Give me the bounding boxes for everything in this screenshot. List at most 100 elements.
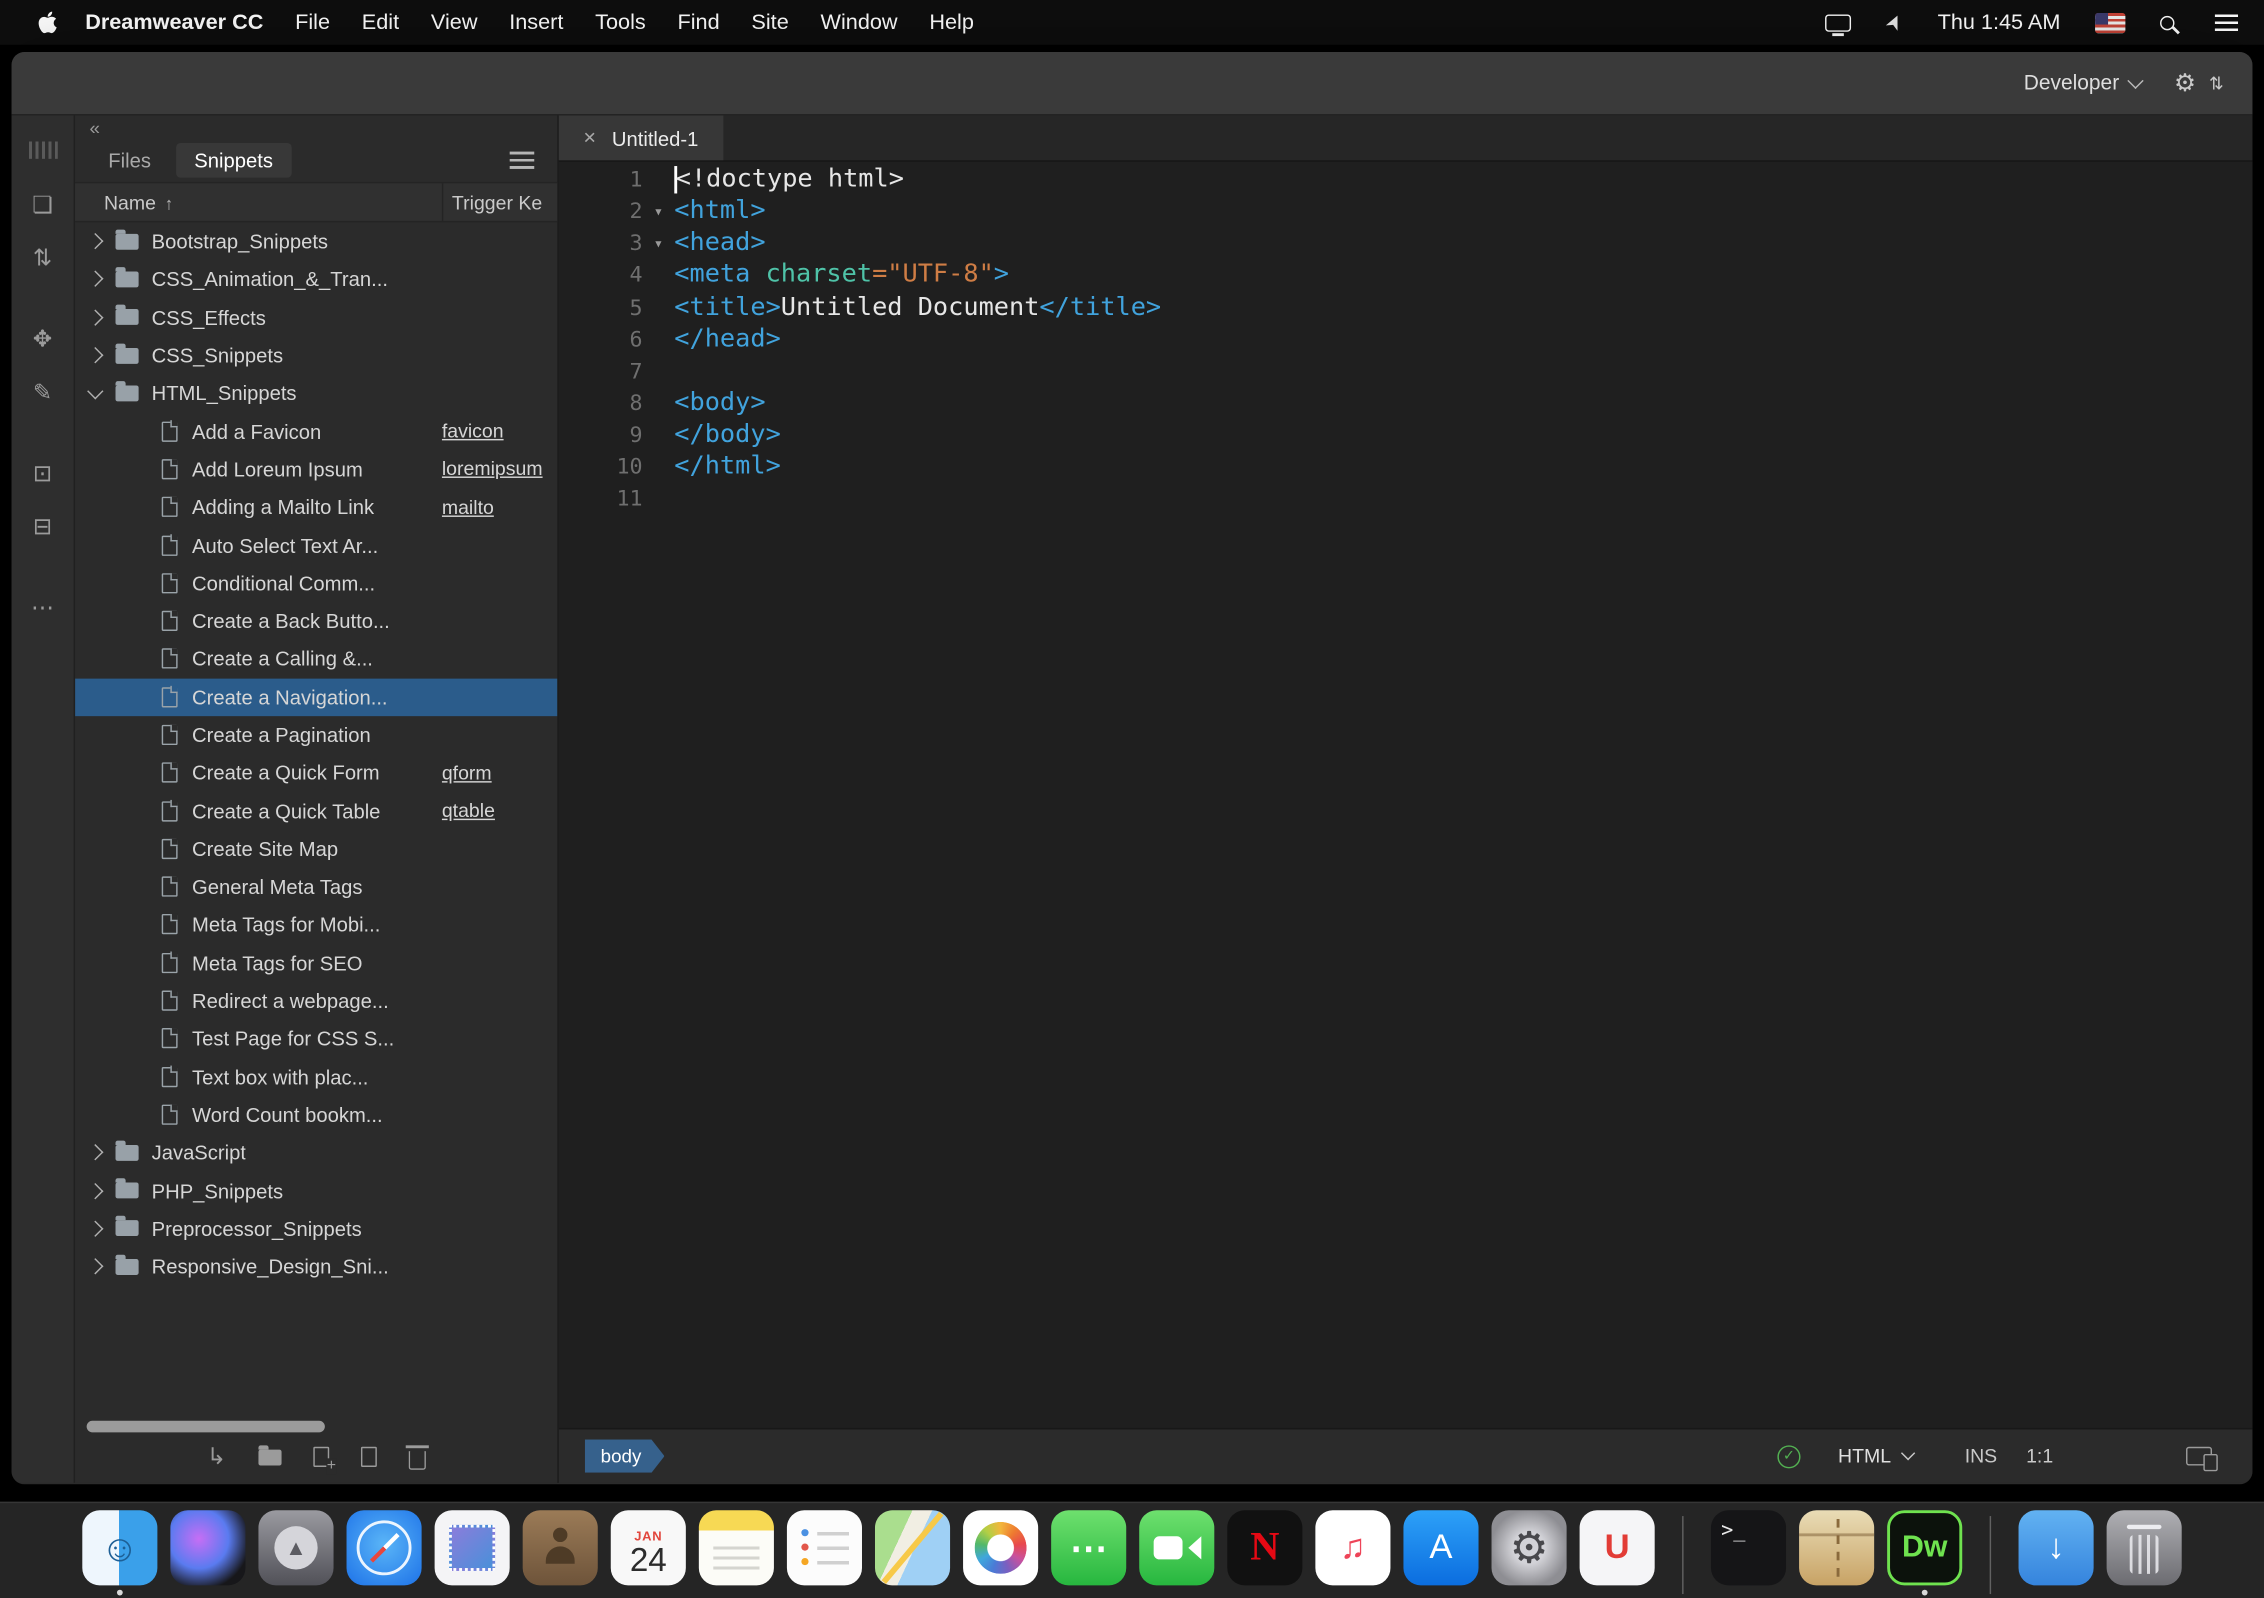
snippet-folder-row[interactable]: Bootstrap_Snippets — [75, 222, 557, 260]
dock-preview[interactable] — [434, 1510, 510, 1595]
minimize-window-button[interactable] — [74, 74, 93, 93]
dock-reminders[interactable] — [786, 1510, 862, 1595]
trigger-key-link[interactable]: favicon — [442, 420, 558, 442]
snippet-item-row[interactable]: Conditional Comm... — [75, 564, 557, 602]
edit-icon[interactable]: ✎ — [12, 374, 74, 412]
dock-facetime[interactable] — [1139, 1510, 1215, 1595]
dock-music[interactable]: ♫ — [1315, 1510, 1391, 1595]
scrollbar-thumb[interactable] — [86, 1420, 325, 1433]
menu-file[interactable]: File — [279, 10, 346, 35]
code-line[interactable]: 11 — [559, 483, 2253, 515]
dock-magnet[interactable]: U — [1579, 1510, 1655, 1595]
snippet-folder-row[interactable]: Responsive_Design_Sni... — [75, 1248, 557, 1286]
snippet-item-row[interactable]: Word Count bookm... — [75, 1096, 557, 1134]
menubar-clock[interactable]: Thu 1:45 AM — [1938, 10, 2061, 35]
dock-safari[interactable] — [346, 1510, 422, 1595]
snippet-item-row[interactable]: Meta Tags for SEO — [75, 944, 557, 982]
snippet-folder-row[interactable]: CSS_Animation_&_Tran... — [75, 260, 557, 298]
trigger-key-link[interactable]: loremipsum — [442, 458, 558, 480]
code-line[interactable]: 5 <title>Untitled Document</title> — [559, 291, 2253, 323]
snippet-item-row[interactable]: Create a Calling &... — [75, 640, 557, 678]
dock-trash[interactable] — [2106, 1510, 2182, 1595]
dock-downloads[interactable]: ↓ — [2018, 1510, 2094, 1595]
dock-terminal[interactable]: >_ — [1710, 1510, 1787, 1595]
dock-app-store[interactable]: A — [1403, 1510, 1479, 1595]
sync-settings-gear-icon[interactable]: ⚙ — [2174, 69, 2196, 98]
snippet-folder-row[interactable]: Preprocessor_Snippets — [75, 1210, 557, 1248]
dock-system-preferences[interactable]: ⚙ — [1491, 1510, 1567, 1595]
expand-arrow-icon[interactable] — [87, 1258, 104, 1275]
realtime-preview-icon[interactable] — [2186, 1446, 2218, 1472]
dock-launchpad[interactable]: ▲ — [258, 1510, 334, 1595]
apple-menu[interactable] — [38, 10, 58, 35]
new-folder-icon[interactable] — [258, 1444, 282, 1465]
expand-arrow-icon[interactable] — [87, 1144, 104, 1161]
code-line[interactable]: 3 ▾ <head> — [559, 227, 2253, 259]
fold-arrow-icon[interactable]: ▾ — [643, 202, 675, 221]
comment-icon[interactable]: ⊡ — [12, 455, 74, 493]
more-icon[interactable]: ⋯ — [12, 589, 74, 627]
snippet-item-row[interactable]: General Meta Tags — [75, 868, 557, 906]
screen-mirroring-icon[interactable] — [1825, 13, 1852, 37]
snippet-item-row[interactable]: Create a Back Butto... — [75, 602, 557, 640]
delete-snippet-icon[interactable] — [405, 1445, 429, 1470]
code-line[interactable]: 9 </body> — [559, 419, 2253, 451]
dock-netflix[interactable]: N — [1227, 1510, 1303, 1595]
snippet-item-row[interactable]: Meta Tags for Mobi... — [75, 906, 557, 944]
column-header-trigger[interactable]: Trigger Ke — [441, 183, 558, 221]
dock-contacts[interactable] — [522, 1510, 598, 1595]
menu-tools[interactable]: Tools — [579, 10, 661, 35]
code-line[interactable]: 2 ▾ <html> — [559, 195, 2253, 227]
snippet-item-row[interactable]: Create a Navigation... — [75, 677, 558, 716]
close-tab-icon[interactable]: × — [583, 126, 596, 151]
code-line[interactable]: 1 <!doctype html> — [559, 163, 2253, 195]
fold-arrow-icon[interactable]: ▾ — [643, 234, 675, 253]
code-view[interactable]: 1 <!doctype html> 2 ▾ <html> 3 ▾ <head> 4 <meta c… — [559, 162, 2253, 1428]
expand-arrow-icon[interactable] — [87, 233, 104, 250]
dock-messages[interactable]: ⋯ — [1051, 1510, 1127, 1595]
dock-siri[interactable] — [170, 1510, 246, 1595]
expand-arrow-icon[interactable] — [87, 271, 104, 288]
collapse-panel-button[interactable]: « — [90, 116, 100, 138]
menu-insert[interactable]: Insert — [493, 10, 579, 35]
lint-ok-icon[interactable]: ✓ — [1777, 1444, 1801, 1468]
snippet-folder-row[interactable]: CSS_Snippets — [75, 336, 557, 374]
expand-arrow-icon[interactable] — [87, 347, 104, 364]
snippet-item-row[interactable]: Redirect a webpage... — [75, 982, 557, 1020]
sort-icon[interactable]: ⇅ — [12, 240, 74, 278]
dock-calendar[interactable]: JAN 24 — [610, 1510, 686, 1595]
code-line[interactable]: 8 <body> — [559, 387, 2253, 419]
new-snippet-icon[interactable] — [312, 1446, 336, 1475]
menu-window[interactable]: Window — [805, 10, 914, 35]
menu-view[interactable]: View — [415, 10, 493, 35]
code-line[interactable]: 4 <meta charset="UTF-8"> — [559, 259, 2253, 291]
panel-tab-snippets[interactable]: Snippets — [175, 142, 292, 178]
dock-dreamweaver[interactable]: Dw — [1887, 1510, 1963, 1596]
workspace-switcher[interactable]: Developer — [2024, 71, 2119, 94]
snippet-item-row[interactable]: Text box with plac... — [75, 1058, 557, 1096]
trigger-key-link[interactable]: mailto — [442, 496, 558, 518]
insert-snippet-icon[interactable]: ↳ — [207, 1442, 226, 1471]
spotlight-search-icon[interactable] — [2160, 15, 2175, 30]
snippet-item-row[interactable]: Create Site Map — [75, 830, 557, 868]
report-icon[interactable]: ⊟ — [12, 508, 74, 546]
edit-snippet-icon[interactable] — [360, 1446, 377, 1467]
app-menu-title[interactable]: Dreamweaver CC — [69, 10, 279, 35]
dock-notes[interactable] — [698, 1510, 774, 1595]
close-window-button[interactable] — [33, 74, 52, 93]
document-tab[interactable]: × Untitled-1 — [558, 115, 723, 161]
snippet-folder-row[interactable]: JavaScript — [75, 1134, 557, 1172]
snippet-item-row[interactable]: Adding a Mailto Link mailto — [75, 488, 557, 526]
snippet-item-row[interactable]: Create a Pagination — [75, 716, 557, 754]
snippet-item-row[interactable]: Create a Quick Form qform — [75, 754, 557, 792]
dock-archive-utility[interactable] — [1799, 1510, 1875, 1595]
menu-edit[interactable]: Edit — [346, 10, 415, 35]
snippet-item-row[interactable]: Test Page for CSS S... — [75, 1020, 557, 1058]
panel-tab-files[interactable]: Files — [90, 143, 170, 178]
snippet-item-row[interactable]: Create a Quick Table qtable — [75, 792, 557, 830]
expand-arrow-icon[interactable] — [87, 309, 104, 326]
dock-maps[interactable] — [874, 1510, 951, 1595]
menu-help[interactable]: Help — [913, 10, 989, 35]
horizontal-scrollbar[interactable] — [75, 1414, 557, 1440]
expand-arrow-icon[interactable] — [87, 1182, 104, 1199]
